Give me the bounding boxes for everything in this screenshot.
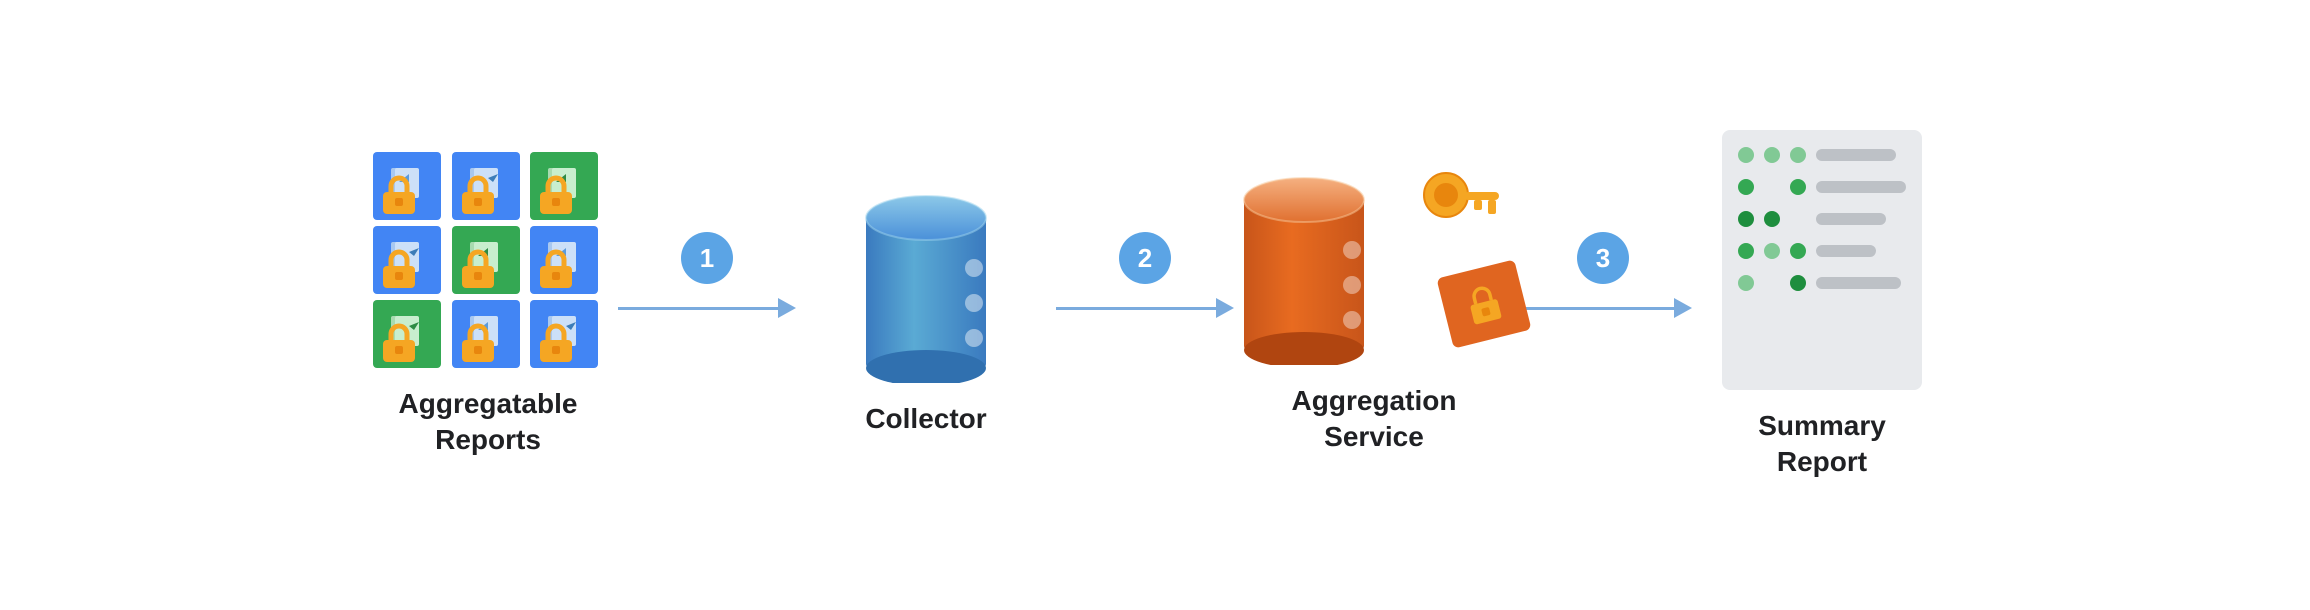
report-card-6 bbox=[530, 226, 598, 294]
summary-row-3 bbox=[1738, 208, 1906, 230]
arrow-2-container: 2 bbox=[1056, 232, 1234, 318]
dot-2c bbox=[1790, 179, 1806, 195]
summary-row-4 bbox=[1738, 240, 1906, 262]
summary-row-5 bbox=[1738, 272, 1906, 294]
dot-1c bbox=[1790, 147, 1806, 163]
arrow-head-3 bbox=[1674, 298, 1692, 318]
arrow-head-2 bbox=[1216, 298, 1234, 318]
arrow-head-1 bbox=[778, 298, 796, 318]
dot-5a bbox=[1738, 275, 1754, 291]
report-card-3 bbox=[530, 152, 598, 220]
collector-label: Collector bbox=[865, 401, 986, 437]
bar-2 bbox=[1816, 181, 1906, 193]
aggregation-service-label: Aggregation Service bbox=[1292, 383, 1457, 456]
report-card-2 bbox=[452, 152, 520, 220]
reports-grid: 🔒 bbox=[373, 152, 603, 368]
diagram: 🔒 bbox=[0, 110, 2310, 501]
summary-report-node: Summary Report bbox=[1692, 130, 1952, 481]
spacer-3c bbox=[1790, 211, 1806, 227]
summary-report-label: Summary Report bbox=[1758, 408, 1886, 481]
report-card-9 bbox=[530, 300, 598, 368]
box-lock-icon bbox=[1457, 277, 1510, 330]
dot-1b bbox=[1764, 147, 1780, 163]
report-card-5 bbox=[452, 226, 520, 294]
aggregatable-reports-node: 🔒 bbox=[358, 152, 618, 459]
report-card-8 bbox=[452, 300, 520, 368]
collector-cylinder-svg bbox=[856, 173, 996, 383]
bar-1 bbox=[1816, 149, 1896, 161]
report-card-1: 🔒 bbox=[373, 152, 441, 220]
arrow-2-line bbox=[1056, 298, 1234, 318]
step-3-circle: 3 bbox=[1577, 232, 1629, 284]
report-card-7 bbox=[373, 300, 441, 368]
key-icon bbox=[1414, 160, 1504, 250]
aggregation-cylinder-svg bbox=[1234, 155, 1374, 365]
dot-4a bbox=[1738, 243, 1754, 259]
dot-3b bbox=[1764, 211, 1780, 227]
dot-2a bbox=[1738, 179, 1754, 195]
arrow-shaft-1 bbox=[618, 307, 778, 310]
bar-5 bbox=[1816, 277, 1901, 289]
summary-row-1 bbox=[1738, 144, 1906, 166]
arrow-3-line bbox=[1514, 298, 1692, 318]
spacer-5b bbox=[1764, 275, 1780, 291]
collector-cylinder bbox=[856, 173, 996, 383]
bar-3 bbox=[1816, 213, 1886, 225]
summary-report-visual bbox=[1722, 130, 1922, 390]
arrow-1-line bbox=[618, 298, 796, 318]
report-card-4 bbox=[373, 226, 441, 294]
step-2-circle: 2 bbox=[1119, 232, 1171, 284]
arrow-shaft-3 bbox=[1514, 307, 1674, 310]
dot-1a bbox=[1738, 147, 1754, 163]
summary-row-2 bbox=[1738, 176, 1906, 198]
bar-4 bbox=[1816, 245, 1876, 257]
arrow-shaft-2 bbox=[1056, 307, 1216, 310]
arrow-3-container: 3 bbox=[1514, 232, 1692, 318]
dot-4c bbox=[1790, 243, 1806, 259]
dot-3a bbox=[1738, 211, 1754, 227]
dot-4b bbox=[1764, 243, 1780, 259]
aggregatable-reports-label: Aggregatable Reports bbox=[399, 386, 578, 459]
collector-node: Collector bbox=[796, 173, 1056, 437]
spacer-2b bbox=[1764, 179, 1780, 195]
dot-5c bbox=[1790, 275, 1806, 291]
step-1-circle: 1 bbox=[681, 232, 733, 284]
arrow-1-container: 1 bbox=[618, 232, 796, 318]
aggregation-service-node: Aggregation Service bbox=[1234, 155, 1514, 456]
locked-box bbox=[1436, 259, 1531, 348]
aggregation-visual bbox=[1234, 155, 1514, 365]
